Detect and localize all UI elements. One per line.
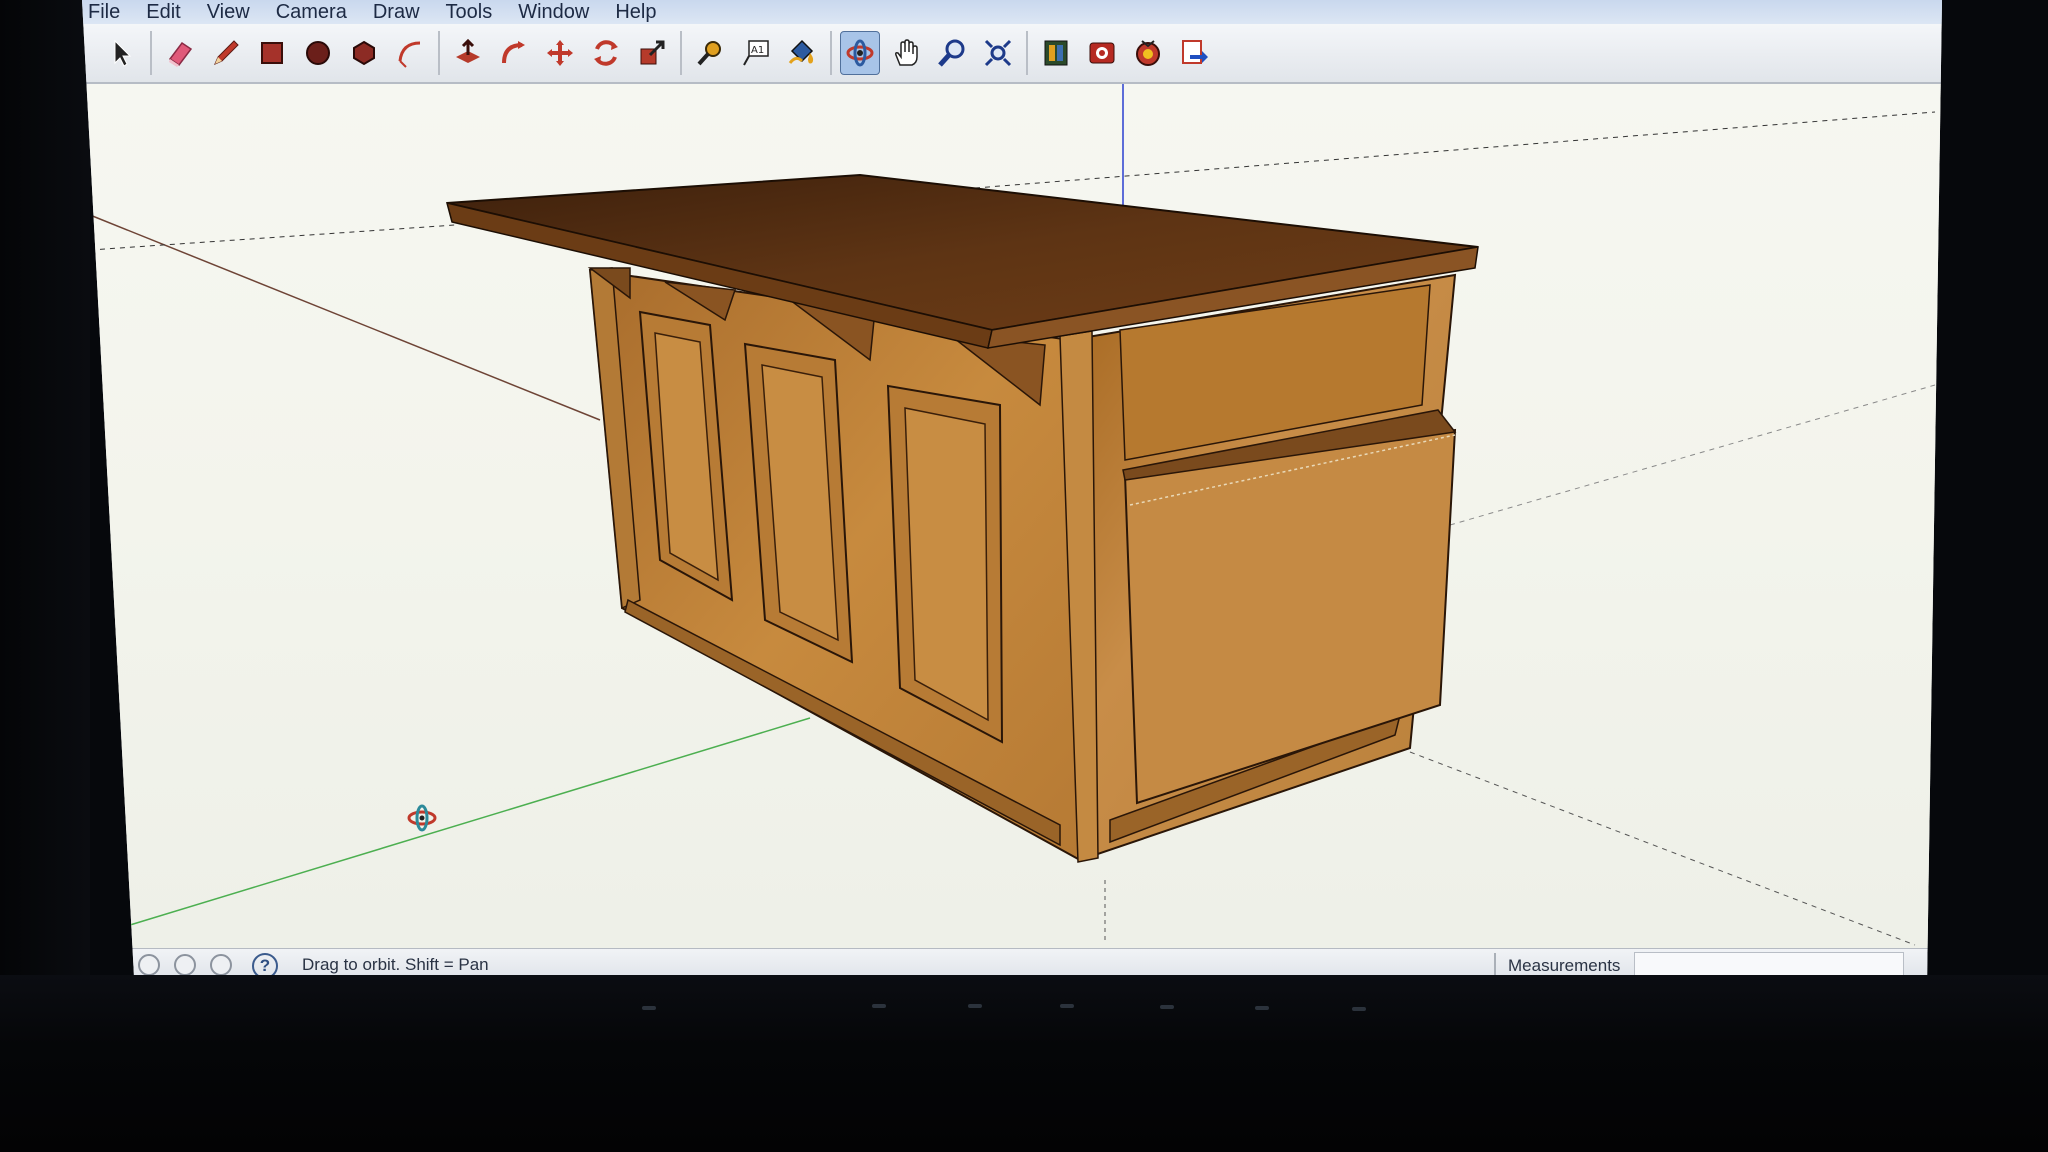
select-tool-button[interactable]	[102, 31, 142, 75]
raised-panel	[886, 384, 1004, 744]
send-to-layout-button[interactable]	[1174, 31, 1214, 75]
scale-icon	[640, 40, 665, 65]
paint-bucket-tool-button[interactable]	[782, 31, 822, 75]
arc-tool-button[interactable]	[390, 31, 430, 75]
drawing-viewport[interactable]	[82, 84, 1942, 948]
toolbar-separator	[1026, 31, 1028, 75]
bezel-led	[642, 1006, 656, 1010]
status-bar: ? Drag to orbit. Shift = Pan Measurement…	[82, 948, 1942, 978]
components-icon	[1136, 40, 1160, 66]
measurements-input[interactable]	[1634, 952, 1904, 976]
bezel-led	[872, 1004, 886, 1008]
circle-icon	[306, 41, 330, 65]
text-label-icon: A1	[743, 40, 769, 66]
menu-draw[interactable]: Draw	[373, 1, 420, 24]
red-axis-dashed	[1449, 384, 1936, 526]
zoom-tool-button[interactable]	[932, 31, 972, 75]
menu-tools[interactable]: Tools	[446, 1, 493, 24]
circle-tool-button[interactable]	[298, 31, 338, 75]
bezel-led	[1060, 1004, 1074, 1008]
rotate-tool-button[interactable]	[586, 31, 626, 75]
toolbar-separator	[830, 31, 832, 75]
menu-edit[interactable]: Edit	[146, 1, 180, 24]
text-tool-glyph: A1	[751, 45, 764, 56]
user-status-icon[interactable]	[210, 954, 232, 976]
line-tool-button[interactable]	[206, 31, 246, 75]
polygon-tool-button[interactable]	[344, 31, 384, 75]
pan-hand-icon	[895, 39, 918, 66]
orbit-icon	[846, 39, 874, 67]
zoom-icon	[938, 39, 965, 67]
follow-me-tool-button[interactable]	[494, 31, 534, 75]
components-button[interactable]	[1128, 31, 1168, 75]
credits-status-icon[interactable]	[174, 954, 196, 976]
zoom-extents-icon	[984, 39, 1012, 67]
pencil-line-icon	[214, 40, 239, 65]
menu-view[interactable]: View	[207, 1, 250, 24]
paint-bucket-icon	[788, 39, 814, 64]
get-models-button[interactable]	[1036, 31, 1076, 75]
bezel-led	[1255, 1006, 1269, 1010]
red-axis-dashed	[1409, 751, 1916, 946]
menu-camera[interactable]: Camera	[276, 1, 347, 24]
menu-file[interactable]: File	[88, 1, 120, 24]
green-axis-dashed	[974, 111, 1936, 189]
rectangle-tool-button[interactable]	[252, 31, 292, 75]
zoom-extents-tool-button[interactable]	[978, 31, 1018, 75]
polygon-icon	[353, 40, 375, 66]
model-canvas	[89, 84, 1936, 946]
status-hint-text: Drag to orbit. Shift = Pan	[302, 955, 489, 974]
orbit-cursor-icon	[407, 804, 437, 832]
red-axis-line	[89, 214, 601, 421]
rotate-icon	[594, 40, 618, 66]
share-model-icon	[1089, 42, 1115, 64]
toolbar-separator	[680, 31, 682, 75]
main-toolbar: A1	[82, 24, 1942, 84]
orbit-tool-button[interactable]	[840, 31, 880, 75]
monitor-bezel-bottom	[0, 975, 2048, 1152]
push-pull-icon	[456, 38, 480, 63]
menu-bar: File Edit View Camera Draw Tools Window …	[82, 0, 1942, 24]
monitor-screen-photo: File Edit View Camera Draw Tools Window …	[0, 0, 2048, 1152]
geolocation-status-icon[interactable]	[138, 954, 160, 976]
bezel-led	[1160, 1005, 1174, 1009]
text-tool-button[interactable]: A1	[736, 31, 776, 75]
tape-measure-tool-button[interactable]	[690, 31, 730, 75]
menu-window[interactable]: Window	[518, 1, 589, 24]
bezel-led	[1352, 1007, 1366, 1011]
eraser-tool-button[interactable]	[160, 31, 200, 75]
scale-tool-button[interactable]	[632, 31, 672, 75]
eraser-icon	[168, 41, 193, 67]
follow-me-icon	[502, 41, 525, 64]
toolbar-separator	[150, 31, 152, 75]
rectangle-icon	[261, 42, 283, 64]
move-icon	[547, 40, 573, 66]
tape-measure-icon	[697, 41, 721, 66]
status-divider	[1494, 953, 1496, 975]
arc-icon	[398, 41, 421, 68]
move-tool-button[interactable]	[540, 31, 580, 75]
green-axis-line	[129, 717, 811, 926]
send-to-layout-icon	[1182, 40, 1208, 64]
measurements-label: Measurements	[1508, 956, 1621, 975]
get-models-icon	[1044, 40, 1068, 66]
pan-tool-button[interactable]	[886, 31, 926, 75]
push-pull-tool-button[interactable]	[448, 31, 488, 75]
share-model-button[interactable]	[1082, 31, 1122, 75]
select-arrow-icon	[114, 39, 132, 67]
toolbar-separator	[438, 31, 440, 75]
sketchup-window: File Edit View Camera Draw Tools Window …	[82, 0, 1942, 978]
bezel-led	[968, 1004, 982, 1008]
menu-help[interactable]: Help	[615, 1, 656, 24]
